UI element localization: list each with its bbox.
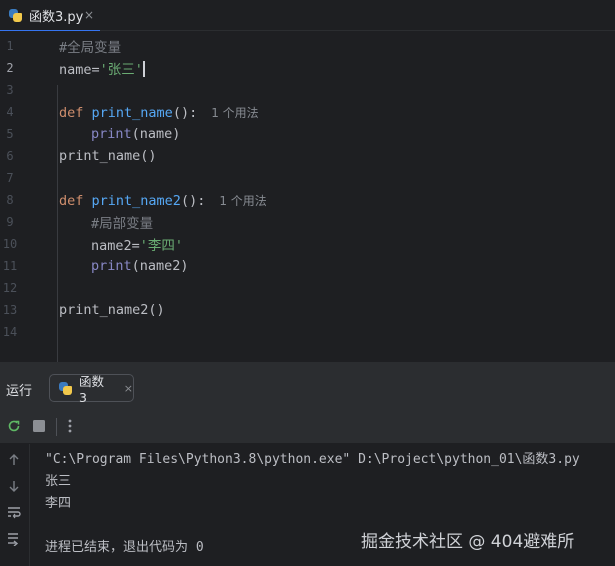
code-text: print_name()	[59, 148, 157, 164]
line-number: 7	[6, 171, 14, 185]
editor-tab-label: 函数3.py	[29, 10, 84, 25]
code-text: print_name2()	[59, 302, 165, 318]
editor-tab-active[interactable]: 函数3.py ×	[0, 0, 100, 32]
soft-wrap-icon[interactable]	[6, 504, 22, 524]
run-tab-label: 函数3	[79, 374, 105, 405]
console-exit-message: 进程已结束，退出代码为 0	[45, 540, 204, 555]
usage-hint[interactable]: 1 个用法	[211, 106, 258, 120]
line-number: 11	[2, 259, 18, 273]
run-panel-title: 运行	[6, 384, 33, 399]
code-line[interactable]: 9 #局部变量	[0, 211, 615, 233]
code-text: def print_name2(): 1 个用法	[59, 192, 267, 209]
code-line[interactable]: 8 def print_name2(): 1 个用法	[0, 189, 615, 211]
code-text: print(name)	[91, 126, 181, 142]
code-text: name='张三'	[59, 61, 145, 78]
code-text: #全局变量	[59, 40, 122, 56]
console-output-line: 张三	[45, 474, 72, 489]
scroll-to-end-icon[interactable]	[6, 530, 22, 550]
close-tab-icon[interactable]: ×	[84, 8, 94, 22]
line-number: 3	[6, 83, 14, 97]
line-number: 10	[2, 237, 18, 251]
stop-icon[interactable]	[32, 418, 46, 439]
editor-tab-bar: 函数3.py ×	[0, 0, 615, 32]
run-toolbar	[0, 410, 615, 444]
code-line[interactable]: 13 print_name2()	[0, 299, 615, 321]
line-number: 13	[2, 303, 18, 317]
scroll-down-icon[interactable]	[6, 478, 22, 498]
code-line[interactable]: 7	[0, 167, 615, 189]
close-run-tab-icon[interactable]: ×	[124, 382, 133, 395]
code-line-current[interactable]: 2 name='张三'	[0, 57, 615, 79]
python-file-icon	[8, 8, 23, 23]
code-line[interactable]: 4 def print_name(): 1 个用法	[0, 101, 615, 123]
code-line[interactable]: 3	[0, 79, 615, 101]
code-line[interactable]: 10 name2='李四'	[0, 233, 615, 255]
line-number: 12	[2, 281, 18, 295]
toolbar-divider	[56, 418, 57, 436]
text-caret	[142, 61, 145, 77]
console-output-line: 李四	[45, 496, 72, 511]
console-side-toolbar	[0, 444, 30, 566]
usage-hint[interactable]: 1 个用法	[219, 194, 266, 208]
code-editor[interactable]: 1 #全局变量 2 name='张三' 3 4 def print_name()…	[0, 31, 615, 362]
line-number: 6	[6, 149, 14, 163]
line-number: 14	[2, 325, 18, 339]
code-line[interactable]: 1 #全局变量	[0, 35, 615, 57]
scroll-up-icon[interactable]	[6, 452, 22, 472]
console-command: "C:\Program Files\Python3.8\python.exe" …	[45, 452, 580, 467]
watermark: 掘金技术社区 @ 404避难所	[361, 532, 575, 552]
run-panel-header: 运行 函数3 ×	[0, 366, 615, 410]
code-text: print(name2)	[91, 258, 189, 274]
rerun-icon[interactable]	[6, 418, 22, 439]
code-text: name2='李四'	[91, 238, 184, 254]
code-text: #局部变量	[91, 216, 154, 232]
code-line[interactable]: 12	[0, 277, 615, 299]
python-run-icon	[58, 381, 73, 396]
code-line[interactable]: 6 print_name()	[0, 145, 615, 167]
more-options-icon[interactable]	[66, 418, 74, 439]
line-number: 2	[6, 61, 14, 75]
line-number: 5	[6, 127, 14, 141]
code-line[interactable]: 14	[0, 321, 615, 343]
code-line[interactable]: 5 print(name)	[0, 123, 615, 145]
line-number: 4	[6, 105, 14, 119]
code-line[interactable]: 11 print(name2)	[0, 255, 615, 277]
line-number: 1	[6, 39, 14, 53]
code-text: def print_name(): 1 个用法	[59, 104, 259, 121]
run-config-tab[interactable]: 函数3 ×	[49, 374, 134, 405]
line-number: 9	[6, 215, 14, 229]
line-number: 8	[6, 193, 14, 207]
